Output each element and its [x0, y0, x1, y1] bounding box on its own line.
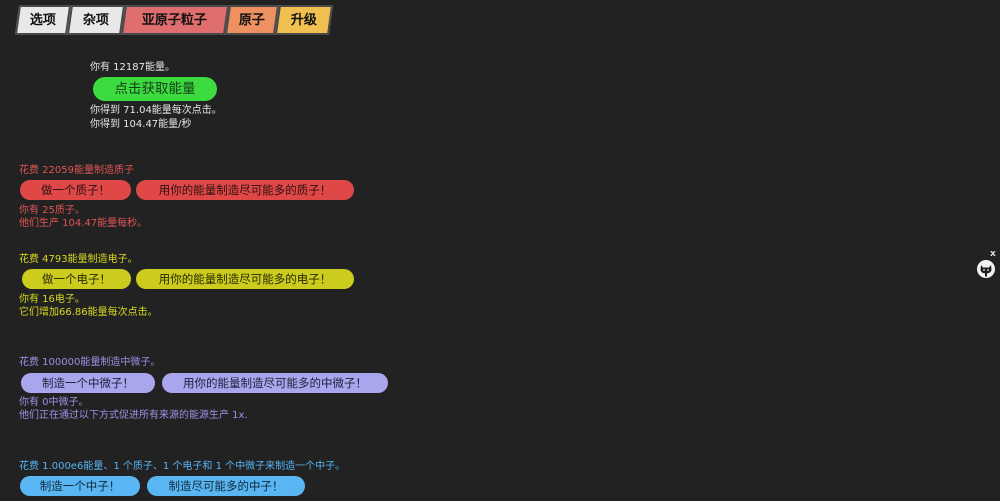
tab-atoms[interactable]: 原子 — [224, 5, 280, 35]
github-cat-icon-svg — [977, 260, 995, 278]
tab-subatomic[interactable]: 亚原子粒子 — [120, 5, 230, 35]
tab-options[interactable]: 选项 — [14, 5, 72, 35]
tab-label: 杂项 — [82, 13, 109, 28]
make-max-electron-button[interactable]: 用你的能量制造尽可能多的电子！ — [136, 269, 354, 289]
tab-label: 选项 — [29, 13, 56, 28]
electron-effect: 它们增加66.86能量每次点击。 — [19, 307, 158, 318]
tab-misc[interactable]: 杂项 — [66, 5, 126, 35]
proton-effect: 他们生产 104.47能量每秒。 — [19, 218, 148, 229]
tab-label: 原子 — [238, 13, 265, 28]
energy-count: 你有 12187能量。 — [90, 62, 175, 73]
tab-label: 亚原子粒子 — [142, 13, 208, 28]
make-max-neutrino-button[interactable]: 用你的能量制造尽可能多的中微子！ — [162, 373, 388, 393]
neutrino-cost: 花费 100000能量制造中微子。 — [19, 357, 161, 368]
neutron-cost: 花费 1.000e6能量、1 个质子、1 个电子和 1 个中微子来制造一个中子。 — [19, 461, 346, 472]
make-neutron-button[interactable]: 制造一个中子！ — [20, 476, 140, 496]
tab-bar: 选项 杂项 亚原子粒子 原子 升级 — [14, 5, 334, 35]
widget-close-icon[interactable]: x — [990, 249, 996, 259]
neutrino-count: 你有 0中微子。 — [19, 397, 89, 408]
make-max-proton-button[interactable]: 用你的能量制造尽可能多的质子！ — [136, 180, 354, 200]
click-energy-button[interactable]: 点击获取能量 — [93, 77, 217, 101]
tab-label: 升级 — [290, 13, 317, 28]
neutrino-effect: 他们正在通过以下方式促进所有来源的能源生产 1x. — [19, 410, 248, 421]
github-cat-icon[interactable] — [976, 259, 996, 279]
electron-count: 你有 16电子。 — [19, 294, 85, 305]
tab-upgrades[interactable]: 升级 — [274, 5, 334, 35]
make-neutrino-button[interactable]: 制造一个中微子！ — [21, 373, 155, 393]
make-electron-button[interactable]: 做一个电子！ — [22, 269, 131, 289]
electron-cost: 花费 4793能量制造电子。 — [19, 254, 138, 265]
energy-per-second: 你得到 104.47能量/秒 — [90, 119, 192, 130]
make-max-neutron-button[interactable]: 制造尽可能多的中子！ — [147, 476, 305, 496]
make-proton-button[interactable]: 做一个质子！ — [20, 180, 131, 200]
proton-cost: 花费 22059能量制造质子 — [19, 165, 134, 176]
energy-per-click: 你得到 71.04能量每次点击。 — [90, 105, 222, 116]
proton-count: 你有 25质子。 — [19, 205, 85, 216]
